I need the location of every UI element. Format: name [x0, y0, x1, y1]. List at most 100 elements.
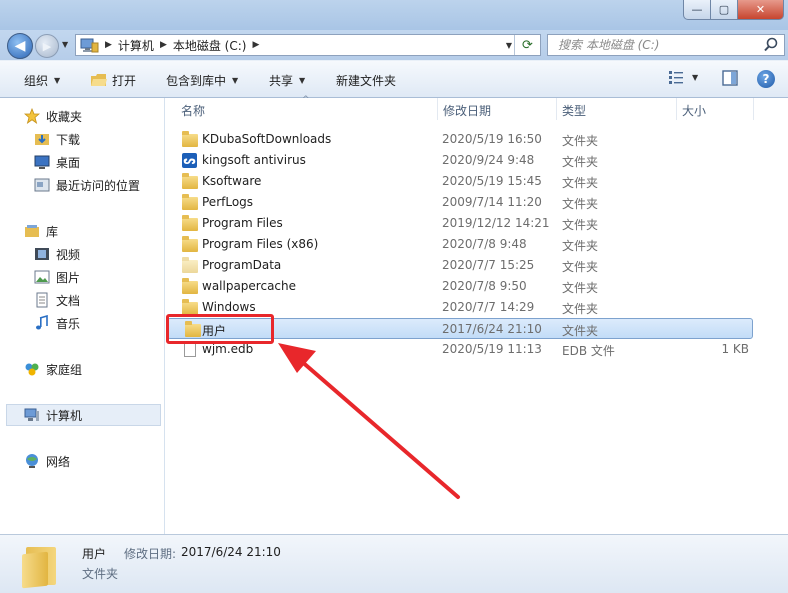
include-in-library-button[interactable]: 包含到库中 ▼ — [166, 72, 238, 89]
file-icon — [182, 342, 198, 357]
new-folder-label: 新建文件夹 — [336, 74, 397, 88]
recent-pages-dropdown[interactable]: ▼ — [62, 40, 68, 49]
arrow-left-icon: ◀ — [14, 38, 26, 54]
breadcrumb-separator-icon[interactable]: ▶ — [246, 40, 265, 50]
new-folder-button[interactable]: 新建文件夹 — [336, 72, 396, 89]
address-history-dropdown[interactable]: ▼ — [506, 41, 512, 50]
nav-music[interactable]: 音乐 — [34, 312, 162, 334]
file-modified: 2017/6/24 21:10 — [442, 322, 542, 336]
file-modified: 2020/5/19 11:13 — [442, 342, 542, 356]
search-icon[interactable] — [762, 36, 780, 54]
file-type: 文件夹 — [562, 197, 599, 211]
table-row[interactable]: ProgramData 2020/7/7 15:25 文件夹 — [165, 255, 788, 276]
file-type: 文件夹 — [562, 155, 599, 169]
close-button[interactable]: ✕ — [738, 0, 784, 20]
table-row[interactable]: ᔕ kingsoft antivirus 2020/9/24 9:48 文件夹 — [165, 150, 788, 171]
file-modified: 2019/12/12 14:21 — [442, 216, 550, 230]
column-header-name[interactable]: 名称 — [181, 102, 205, 119]
column-header-type[interactable]: 类型 — [562, 102, 586, 119]
search-input[interactable] — [556, 36, 762, 54]
details-modified-label: 修改日期: — [124, 547, 177, 561]
music-note-icon — [34, 314, 50, 331]
address-bar[interactable]: ▶ 计算机 ▶ 本地磁盘 (C:) ▶ ▼ ⟳ — [75, 34, 541, 56]
nav-videos-label: 视频 — [56, 247, 81, 262]
back-button[interactable]: ◀ — [7, 33, 33, 59]
file-name: ProgramData — [202, 258, 282, 272]
breadcrumb-separator-icon[interactable]: ▶ — [154, 40, 173, 50]
folder-icon — [182, 299, 198, 315]
nav-documents-label: 文档 — [56, 293, 81, 308]
column-divider[interactable] — [676, 98, 677, 120]
file-name: Windows — [202, 300, 256, 314]
details-pane: 用户 修改日期: 2017/6/24 21:10 文件夹 — [0, 534, 788, 593]
breadcrumb-separator-icon[interactable]: ▶ — [99, 40, 118, 50]
column-divider[interactable] — [556, 98, 557, 120]
table-row[interactable]: Program Files (x86) 2020/7/8 9:48 文件夹 — [165, 234, 788, 255]
column-header-modified[interactable]: 修改日期 — [443, 102, 491, 119]
file-name: wallpapercache — [202, 279, 297, 293]
view-options-button[interactable]: ▼ — [668, 70, 698, 84]
window-controls: — ▢ ✕ — [683, 0, 784, 20]
column-divider[interactable] — [437, 98, 438, 120]
table-row[interactable]: KDubaSoftDownloads 2020/5/19 16:50 文件夹 — [165, 129, 788, 150]
folder-icon — [182, 194, 198, 210]
help-button[interactable]: ? — [757, 70, 775, 88]
nav-downloads-label: 下载 — [56, 132, 81, 147]
share-button[interactable]: 共享 ▼ — [269, 72, 305, 89]
nav-network-label: 网络 — [46, 454, 71, 469]
breadcrumb-local-disk[interactable]: 本地磁盘 (C:) — [173, 37, 247, 54]
maximize-button[interactable]: ▢ — [711, 0, 738, 20]
computer-icon — [24, 407, 40, 423]
file-type: 文件夹 — [562, 218, 599, 232]
download-folder-icon — [34, 131, 50, 147]
open-button[interactable]: 打开 — [91, 72, 136, 89]
column-header-size[interactable]: 大小 — [682, 102, 706, 119]
refresh-button[interactable]: ⟳ — [514, 35, 540, 55]
table-row[interactable]: PerfLogs 2009/7/14 11:20 文件夹 — [165, 192, 788, 213]
breadcrumb-computer[interactable]: 计算机 — [118, 37, 154, 54]
nav-computer[interactable]: 计算机 — [6, 404, 161, 426]
chevron-down-icon: ▼ — [299, 76, 306, 85]
annotation-highlight-box — [166, 314, 274, 344]
chevron-down-icon: ▼ — [54, 76, 61, 85]
nav-computer-label: 计算机 — [46, 408, 83, 423]
folder-icon — [182, 173, 198, 189]
file-modified: 2020/7/7 14:29 — [442, 300, 535, 314]
minimize-button[interactable]: — — [683, 0, 711, 20]
file-modified: 2009/7/14 11:20 — [442, 195, 542, 209]
forward-button[interactable]: ▶ — [35, 34, 59, 58]
table-row[interactable]: Ksoftware 2020/5/19 15:45 文件夹 — [165, 171, 788, 192]
nav-network[interactable]: 网络 — [24, 450, 162, 472]
search-box[interactable] — [547, 34, 785, 56]
picture-icon — [34, 269, 50, 285]
file-name: wjm.edb — [202, 342, 254, 356]
nav-desktop[interactable]: 桌面 — [34, 151, 162, 173]
details-name: 用户 — [82, 547, 107, 561]
file-type: 文件夹 — [562, 239, 599, 253]
recent-places-icon — [34, 177, 50, 193]
nav-favorites[interactable]: 收藏夹 — [23, 105, 162, 127]
nav-homegroup[interactable]: 家庭组 — [24, 358, 162, 380]
file-modified: 2020/7/8 9:50 — [442, 279, 527, 293]
file-type: 文件夹 — [562, 260, 599, 274]
include-in-library-label: 包含到库中 — [166, 74, 227, 88]
file-type: 文件夹 — [562, 176, 599, 190]
nav-documents[interactable]: 文档 — [34, 289, 162, 311]
table-row[interactable]: wallpapercache 2020/7/8 9:50 文件夹 — [165, 276, 788, 297]
navigation-pane: 收藏夹 下载 桌面 最近访问的位置 库 视频 图片 文档 音乐 家庭组 计算机 … — [0, 98, 165, 534]
organize-label: 组织 — [24, 74, 49, 88]
file-type: 文件夹 — [562, 324, 599, 338]
organize-button[interactable]: 组织 ▼ — [24, 72, 60, 89]
folder-icon — [182, 278, 198, 294]
navigation-bar: ◀ ▶ ▼ ▶ 计算机 ▶ 本地磁盘 (C:) ▶ ▼ ⟳ — [0, 30, 788, 60]
nav-recent-label: 最近访问的位置 — [56, 178, 141, 193]
nav-videos[interactable]: 视频 — [34, 243, 162, 265]
nav-downloads[interactable]: 下载 — [34, 128, 162, 150]
nav-recent-places[interactable]: 最近访问的位置 — [34, 174, 162, 196]
table-row[interactable]: Program Files 2019/12/12 14:21 文件夹 — [165, 213, 788, 234]
file-modified: 2020/7/7 15:25 — [442, 258, 535, 272]
column-divider[interactable] — [753, 98, 754, 120]
preview-pane-button[interactable] — [722, 70, 738, 86]
nav-pictures[interactable]: 图片 — [34, 266, 162, 288]
nav-libraries[interactable]: 库 — [24, 220, 162, 242]
